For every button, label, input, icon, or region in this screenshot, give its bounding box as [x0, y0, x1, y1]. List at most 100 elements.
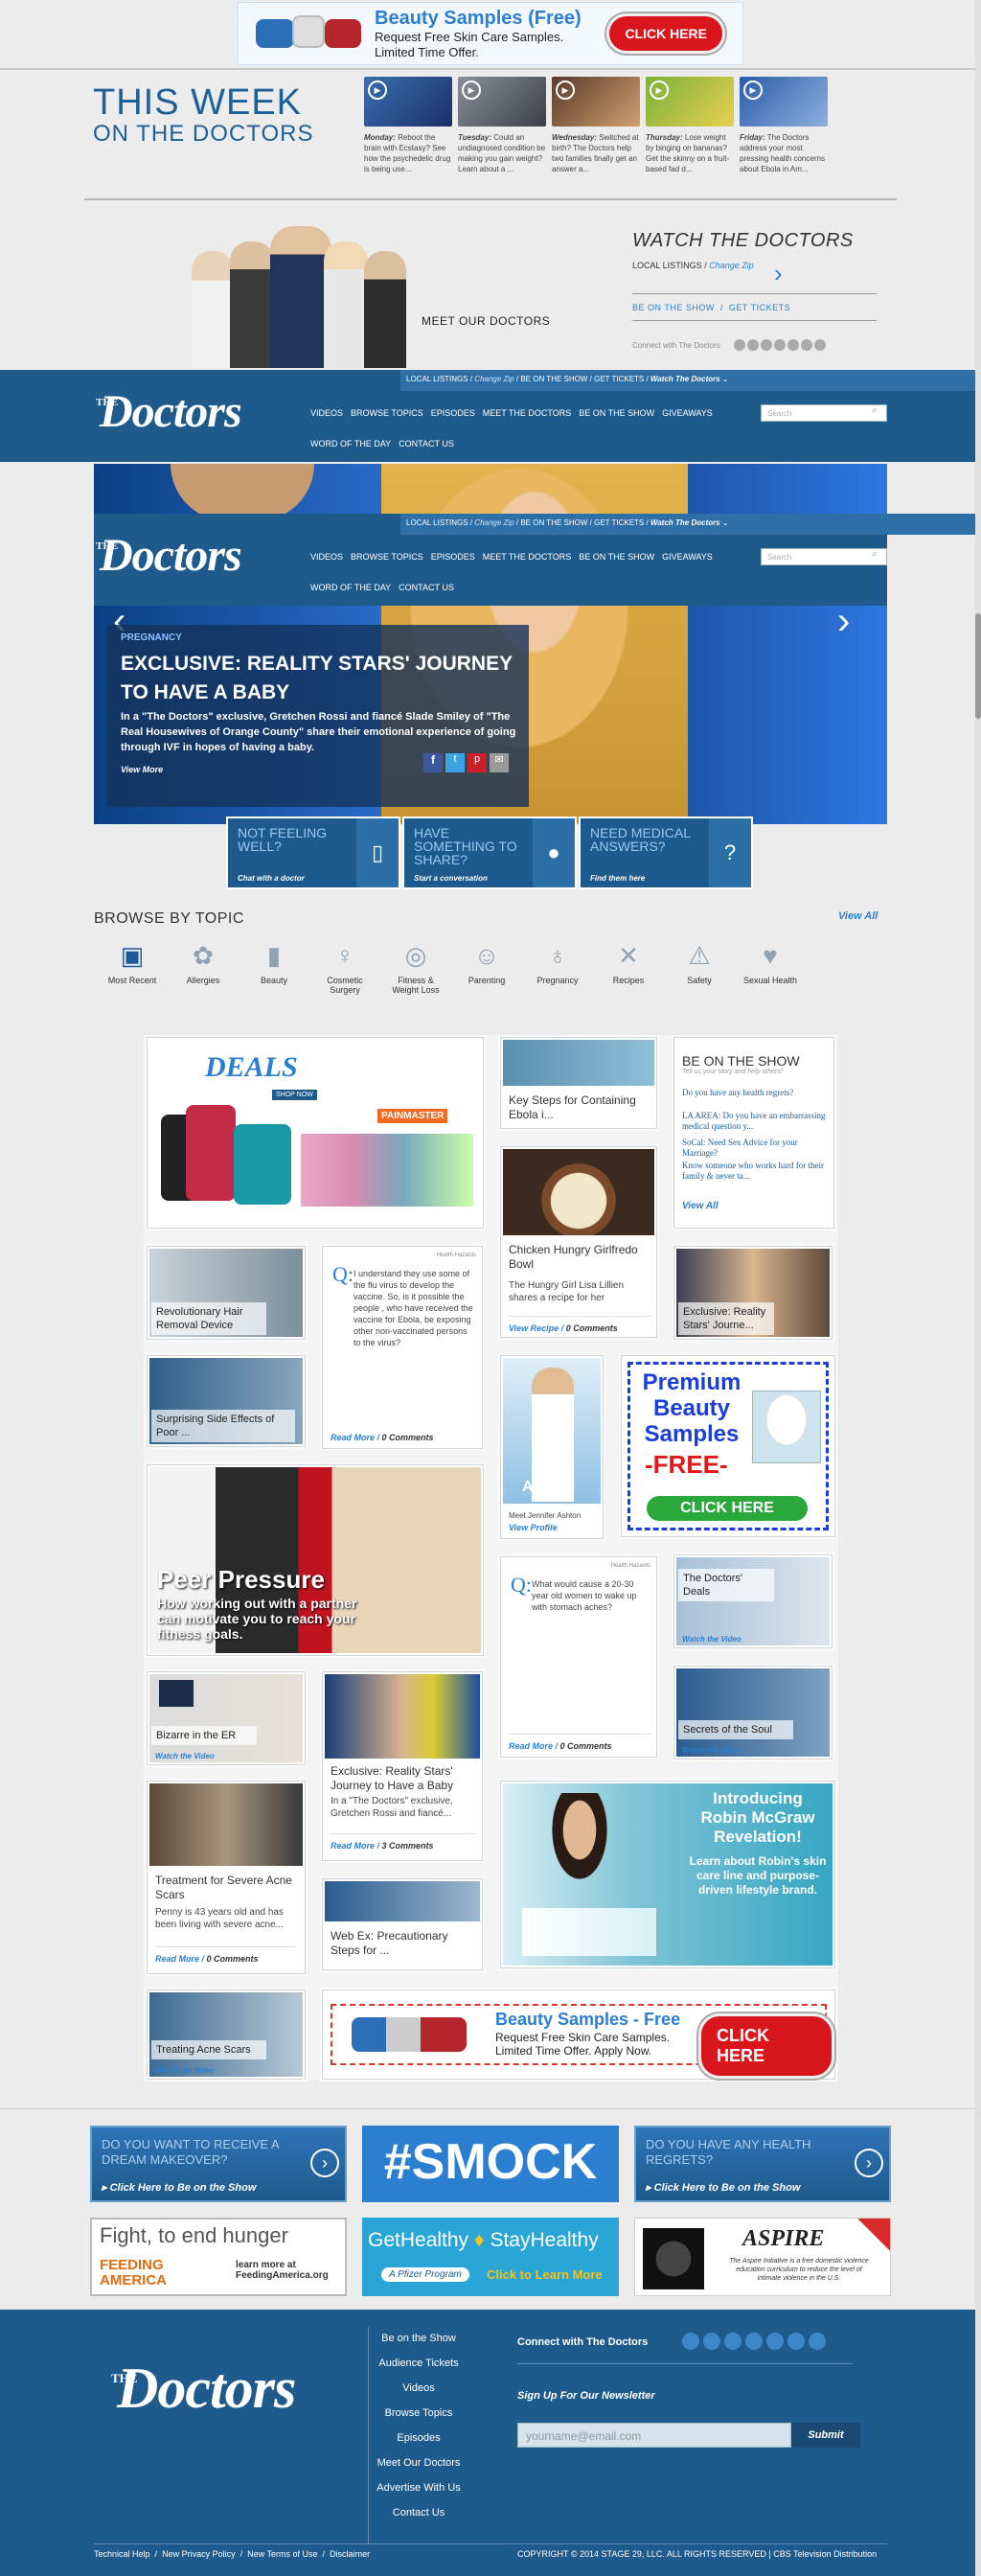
- twitter-icon[interactable]: [724, 2333, 741, 2350]
- smock-promo[interactable]: #SMOCK: [362, 2126, 619, 2202]
- chevron-right-icon[interactable]: ›: [310, 2149, 339, 2177]
- bots-item-link[interactable]: Know someone who works hard for their fa…: [682, 1161, 826, 1182]
- pinterest-icon[interactable]: p: [468, 753, 487, 772]
- top-ad-banner[interactable]: Beauty Samples (Free) Request Free Skin …: [238, 2, 743, 65]
- be-on-show-link[interactable]: BE ON THE SHOW: [632, 303, 715, 312]
- nav-link[interactable]: BE ON THE SHOW: [579, 552, 654, 562]
- email-icon[interactable]: [682, 2333, 699, 2350]
- email-icon[interactable]: [801, 339, 812, 351]
- read-more-link[interactable]: Read More: [331, 1841, 375, 1851]
- chevron-right-icon[interactable]: ›: [774, 259, 783, 288]
- episode-item[interactable]: ▶ Monday: Reboot the brain with Ecstasy? …: [364, 77, 452, 174]
- er-card[interactable]: Bizarre in the ER Watch the Video: [147, 1671, 306, 1765]
- health-regrets-promo[interactable]: DO YOU HAVE ANY HEALTH REGRETS? ▸ Click …: [634, 2126, 891, 2202]
- footer-link[interactable]: Audience Tickets: [366, 2358, 471, 2369]
- meet-our-doctors-link[interactable]: MEET OUR DOCTORS: [422, 314, 550, 328]
- nav-link[interactable]: WORD OF THE DAY: [310, 439, 391, 448]
- feeding-america-promo[interactable]: Fight, to end hunger FEEDING AMERICA lea…: [90, 2218, 347, 2296]
- play-icon[interactable]: ▶: [650, 80, 669, 100]
- ashton-card[interactable]: Ashton Meet Jennifer Ashton View Profile: [500, 1355, 604, 1539]
- pill-link[interactable]: Start a conversation: [414, 874, 488, 883]
- google-plus-icon[interactable]: [774, 339, 786, 351]
- acne-card[interactable]: Treatment for Severe Acne Scars Penny is…: [147, 1781, 306, 1974]
- get-tickets-link[interactable]: GET TICKETS: [729, 303, 790, 312]
- topic-item[interactable]: ♁ Pregnancy: [520, 941, 595, 985]
- nav-link[interactable]: MEET THE DOCTORS: [483, 408, 572, 418]
- newsletter-submit-button[interactable]: Submit: [791, 2423, 860, 2448]
- technical-help-link[interactable]: Technical Help: [94, 2549, 150, 2559]
- help-pill[interactable]: HAVE SOMETHING TO SHARE? Start a conversa…: [402, 816, 577, 889]
- ad-click-button[interactable]: CLICK HERE: [606, 13, 725, 54]
- recipe-card[interactable]: Chicken Hungry Girlfredo Bowl The Hungry…: [500, 1146, 657, 1338]
- topic-item[interactable]: ♥ Sexual Health: [733, 941, 808, 985]
- episode-thumbnail[interactable]: ▶: [364, 77, 452, 126]
- bots-item-link[interactable]: Do you have any health regrets?: [682, 1088, 826, 1098]
- youtube-icon[interactable]: [787, 339, 799, 351]
- soul-card[interactable]: Secrets of the Soul Watch the Video: [673, 1666, 833, 1760]
- nav-link[interactable]: CONTACT US: [399, 439, 454, 448]
- watch-video-link[interactable]: Watch the Video: [682, 1746, 741, 1755]
- play-icon[interactable]: ▶: [368, 80, 387, 100]
- play-icon[interactable]: ▶: [556, 80, 575, 100]
- footer-link[interactable]: Episodes: [366, 2432, 471, 2444]
- newsletter-email-input[interactable]: yourname@email.com: [517, 2423, 791, 2448]
- footer-link[interactable]: Contact Us: [366, 2507, 471, 2518]
- nav-link[interactable]: GIVEAWAYS: [662, 408, 713, 418]
- settings-icon[interactable]: [814, 339, 826, 351]
- facebook-icon[interactable]: [734, 339, 745, 351]
- deals-card[interactable]: DEALS SHOP NOW PAINMASTER: [147, 1037, 484, 1229]
- nav-link[interactable]: WORD OF THE DAY: [310, 583, 391, 592]
- beauty-samples-ad[interactable]: Beauty Samples - Free Request Free Skin …: [322, 1990, 835, 2080]
- footer-logo[interactable]: THE Doctors: [111, 2357, 341, 2425]
- pinterest-icon[interactable]: [745, 2333, 763, 2350]
- help-pill[interactable]: NOT FEELING WELL? Chat with a doctor ▯: [226, 816, 400, 889]
- side-effects-card[interactable]: Surprising Side Effects of Poor ...: [147, 1355, 306, 1447]
- makeover-link[interactable]: ▸ Click Here to Be on the Show: [102, 2181, 256, 2194]
- episode-thumbnail[interactable]: ▶: [740, 77, 828, 126]
- carousel-next-icon[interactable]: ›: [837, 600, 850, 643]
- treating-acne-card[interactable]: Treating Acne Scars Watch the Video: [147, 1990, 306, 2080]
- nav-link[interactable]: EPISODES: [431, 552, 475, 562]
- premium-samples-ad[interactable]: Premium Beauty Samples -FREE- CLICK HERE: [621, 1355, 835, 1537]
- google-plus-icon[interactable]: [809, 2333, 826, 2350]
- topic-item[interactable]: ◎ Fitness & Weight Loss: [378, 941, 453, 995]
- search-input[interactable]: Search: [761, 404, 887, 422]
- topic-item[interactable]: ☺ Parenting: [449, 941, 524, 985]
- hosts-photo[interactable]: [182, 222, 489, 368]
- facebook-icon[interactable]: [703, 2333, 720, 2350]
- privacy-policy-link[interactable]: New Privacy Policy: [162, 2549, 236, 2559]
- gh-learn-more[interactable]: Click to Learn More: [487, 2267, 603, 2282]
- browse-view-all-link[interactable]: View All: [838, 910, 878, 922]
- site-logo[interactable]: THE Doctors: [96, 530, 287, 588]
- episode-thumbnail[interactable]: ▶: [552, 77, 640, 126]
- pill-link[interactable]: Chat with a doctor: [238, 874, 305, 883]
- nav-link[interactable]: EPISODES: [431, 408, 475, 418]
- search-input[interactable]: Search: [761, 548, 887, 565]
- email-icon[interactable]: ✉: [490, 753, 509, 772]
- makeover-promo[interactable]: DO YOU WANT TO RECEIVE A DREAM MAKEOVER?…: [90, 2126, 347, 2202]
- facebook-icon[interactable]: f: [423, 753, 443, 772]
- reality-story-card[interactable]: Exclusive: Reality Stars' Journey to Hav…: [322, 1671, 483, 1861]
- ebola-card[interactable]: Key Steps for Containing Ebola i...: [500, 1037, 657, 1129]
- settings-icon[interactable]: [787, 2333, 805, 2350]
- footer-link[interactable]: Browse Topics: [366, 2407, 471, 2419]
- deals-shop-button[interactable]: SHOP NOW: [272, 1090, 317, 1100]
- site-logo[interactable]: THE Doctors: [96, 386, 287, 445]
- episode-thumbnail[interactable]: ▶: [458, 77, 546, 126]
- twitter-icon[interactable]: t: [445, 753, 465, 772]
- nav-link[interactable]: MEET THE DOCTORS: [483, 552, 572, 562]
- bots-item-link[interactable]: LA AREA: Do you have an embarrassing med…: [682, 1111, 826, 1132]
- pinterest-icon[interactable]: [761, 339, 772, 351]
- youtube-icon[interactable]: [766, 2333, 784, 2350]
- peer-pressure-card[interactable]: Peer Pressure How working out with a par…: [147, 1464, 484, 1656]
- premium-click-button[interactable]: CLICK HERE: [647, 1496, 808, 1521]
- episode-item[interactable]: ▶ Friday: The Doctors address your most p…: [740, 77, 828, 174]
- view-recipe-link[interactable]: View Recipe: [509, 1323, 559, 1333]
- nav-link[interactable]: BROWSE TOPICS: [351, 552, 423, 562]
- watch-video-link[interactable]: Watch the Video: [155, 1752, 215, 1760]
- deals-video-card[interactable]: The Doctors' Deals Watch the Video: [673, 1554, 833, 1648]
- read-more-link[interactable]: Read More: [331, 1433, 375, 1442]
- search-icon[interactable]: ⌕: [872, 548, 878, 561]
- be-on-show-card[interactable]: BE ON THE SHOW Tell us your story and he…: [673, 1037, 834, 1229]
- hair-card[interactable]: Revolutionary Hair Removal Device: [147, 1246, 306, 1340]
